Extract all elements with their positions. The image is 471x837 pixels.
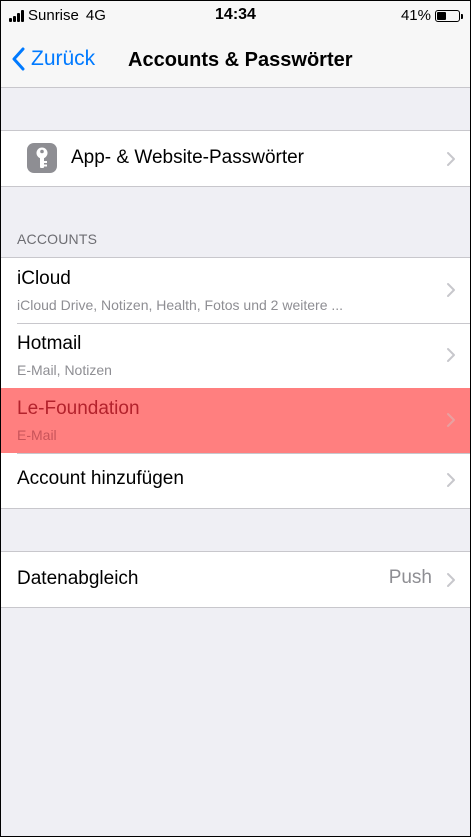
battery-level: [437, 11, 446, 20]
chevron-right-icon: [447, 283, 455, 297]
back-button[interactable]: Zurück: [11, 47, 95, 71]
passwords-label: App- & Website-Passwörter: [71, 147, 305, 168]
navigation-bar: Zurück Accounts & Passwörter: [1, 35, 470, 88]
chevron-right-icon: [447, 348, 455, 362]
accounts-section-header: ACCOUNTS: [17, 231, 98, 247]
chevron-right-icon: [447, 473, 455, 487]
account-subtitle: E-Mail: [17, 427, 57, 443]
accounts-group: iCloud iCloud Drive, Notizen, Health, Fo…: [1, 257, 470, 509]
battery-icon: [435, 9, 463, 22]
account-title: iCloud: [17, 268, 71, 289]
chevron-right-icon: [447, 152, 455, 166]
status-time: 14:34: [215, 6, 256, 23]
chevron-left-icon: [12, 47, 25, 71]
account-title: Hotmail: [17, 333, 82, 354]
fetch-value: Push: [388, 567, 432, 588]
status-bar: Sunrise 4G 14:34 41%: [1, 1, 470, 35]
fetch-new-data-row[interactable]: Datenabgleich Push: [1, 552, 470, 607]
back-label: Zurück: [31, 47, 96, 70]
app-website-passwords-row[interactable]: App- & Website-Passwörter: [1, 131, 470, 186]
page-title: Accounts & Passwörter: [128, 49, 353, 71]
status-right: 41%: [400, 7, 463, 24]
account-subtitle: E-Mail, Notizen: [17, 362, 112, 378]
add-account-label: Account hinzufügen: [17, 468, 184, 489]
battery-percent: 41%: [400, 7, 431, 24]
fetch-label: Datenabgleich: [17, 568, 139, 589]
account-row-icloud[interactable]: iCloud iCloud Drive, Notizen, Health, Fo…: [1, 258, 470, 323]
fetch-group: Datenabgleich Push: [1, 551, 470, 608]
add-account-row[interactable]: Account hinzufügen: [1, 453, 470, 508]
passwords-group: App- & Website-Passwörter: [1, 130, 470, 187]
account-subtitle: iCloud Drive, Notizen, Health, Fotos und…: [17, 297, 344, 313]
account-row-le-foundation[interactable]: Le-Foundation E-Mail: [1, 388, 470, 453]
key-icon: [27, 143, 57, 173]
settings-screen: Sunrise 4G 14:34 41% Zurück Accounts & P…: [0, 0, 471, 837]
chevron-right-icon: [447, 573, 455, 587]
account-row-hotmail[interactable]: Hotmail E-Mail, Notizen: [1, 323, 470, 388]
chevron-right-icon: [447, 413, 455, 427]
account-title: Le-Foundation: [17, 398, 140, 419]
